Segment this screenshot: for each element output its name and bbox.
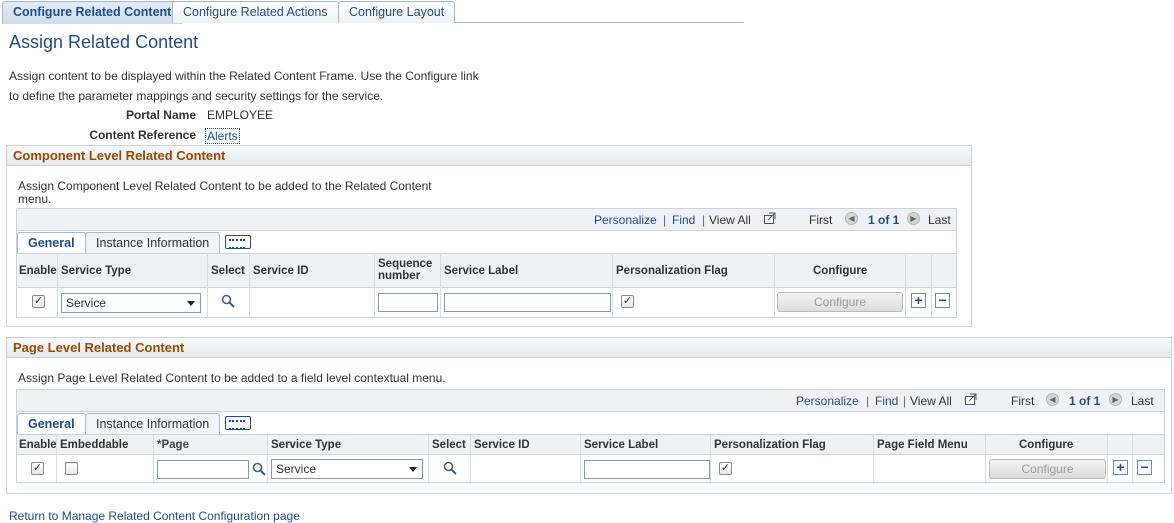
delete-row-icon[interactable]: − (935, 293, 950, 308)
col-enable: Enable (19, 265, 57, 277)
component-sequence-input[interactable] (378, 293, 438, 312)
page-last: Last (1131, 394, 1154, 408)
component-tab-general[interactable]: General (17, 232, 86, 253)
page-personalize-link[interactable]: Personalize (796, 394, 859, 408)
col-page-field-menu: Page Field Menu (877, 439, 968, 451)
page-tab-instance-information[interactable]: Instance Information (85, 413, 221, 434)
content-reference-label: Content Reference (89, 128, 196, 142)
page-view-all[interactable]: View All (910, 394, 952, 408)
component-grid-header: Enable Service Type Select Service ID Se… (17, 253, 956, 288)
page-service-label-input[interactable] (584, 460, 710, 479)
component-service-label-input[interactable] (444, 293, 611, 312)
component-view-all[interactable]: View All (709, 213, 751, 227)
add-row-icon[interactable]: + (911, 293, 926, 308)
page-embeddable-checkbox[interactable] (65, 462, 78, 475)
component-enable-checkbox[interactable]: ✓ (32, 295, 45, 308)
previous-icon[interactable]: ◀ (1046, 393, 1059, 406)
col-enable: Enable (19, 439, 57, 451)
page-section-description: Assign Page Level Related Content to be … (18, 371, 446, 385)
portal-name-value: EMPLOYEE (207, 108, 274, 122)
col-personalization-flag: Personalization Flag (714, 439, 826, 451)
component-first: First (809, 213, 833, 227)
page-find-link[interactable]: Find (875, 394, 898, 408)
col-service-label: Service Label (444, 265, 519, 277)
add-row-icon[interactable]: + (1113, 460, 1128, 475)
component-service-type-select[interactable]: Service (61, 293, 201, 313)
component-find-link[interactable]: Find (672, 213, 695, 227)
page-select-lookup-icon[interactable] (443, 461, 457, 475)
component-level-section: Component Level Related Content Assign C… (6, 145, 972, 327)
page-lookup-icon[interactable] (252, 462, 266, 476)
portal-name-label: Portal Name (125, 108, 196, 122)
component-personalization-checkbox[interactable]: ✓ (621, 295, 634, 308)
component-section-title: Component Level Related Content (7, 146, 971, 166)
col-page: *Page (157, 439, 189, 451)
component-configure-button[interactable]: Configure (777, 292, 903, 312)
download-icon[interactable] (964, 393, 978, 409)
return-link[interactable]: Return to Manage Related Content Configu… (9, 509, 300, 523)
col-select: Select (211, 265, 245, 277)
col-personalization-flag: Personalization Flag (616, 265, 728, 277)
col-service-id: Service ID (474, 439, 530, 451)
page-row-count: 1 of 1 (1069, 394, 1101, 408)
page-description: Assign content to be displayed within th… (9, 69, 479, 103)
page-first: First (1011, 394, 1035, 408)
component-last: Last (928, 213, 951, 227)
col-configure: Configure (813, 265, 868, 277)
component-select-lookup-icon[interactable] (221, 294, 235, 308)
next-icon[interactable]: ▶ (907, 212, 920, 225)
tab-configure-layout[interactable]: Configure Layout (338, 1, 456, 23)
page-configure-button[interactable]: Configure (989, 459, 1106, 479)
col-service-type: Service Type (61, 265, 132, 277)
next-icon[interactable]: ▶ (1109, 393, 1122, 406)
page-enable-checkbox[interactable]: ✓ (31, 462, 44, 475)
page-title: Assign Related Content (9, 32, 199, 52)
col-service-label: Service Label (584, 439, 659, 451)
component-grid-nav: Personalize | Find | View All First ◀ 1 … (17, 209, 956, 231)
col-embeddable: Embeddable (60, 439, 129, 451)
previous-icon[interactable]: ◀ (845, 212, 858, 225)
component-personalize-link[interactable]: Personalize (594, 213, 657, 227)
col-configure: Configure (1019, 439, 1074, 451)
page-level-section: Page Level Related Content Assign Page L… (6, 337, 1172, 494)
content-reference-link[interactable]: Alerts (205, 128, 240, 144)
download-icon[interactable] (763, 212, 777, 228)
delete-row-icon[interactable]: − (1137, 460, 1152, 475)
col-service-id: Service ID (253, 265, 309, 277)
page-grid: Personalize | Find | View All First ◀ 1 … (16, 389, 1165, 483)
col-select: Select (432, 439, 466, 451)
component-grid: Personalize | Find | View All First ◀ 1 … (16, 208, 957, 318)
component-section-description: Assign Component Level Related Content t… (18, 179, 432, 206)
page-grid-header: Enable Embeddable *Page Service Type Sel… (17, 434, 1164, 455)
page-personalization-checkbox[interactable]: ✓ (719, 462, 732, 475)
show-all-columns-icon[interactable] (225, 416, 251, 430)
component-tab-instance-information[interactable]: Instance Information (85, 232, 221, 253)
page-tab-general[interactable]: General (17, 413, 86, 434)
page-service-type-select[interactable]: Service (271, 459, 423, 479)
show-all-columns-icon[interactable] (225, 235, 251, 249)
page-section-title: Page Level Related Content (7, 338, 1171, 358)
page-input[interactable] (157, 460, 249, 479)
page-grid-nav: Personalize | Find | View All First ◀ 1 … (17, 390, 1164, 412)
tab-configure-related-actions[interactable]: Configure Related Actions (172, 1, 339, 23)
component-row-count: 1 of 1 (868, 213, 900, 227)
tab-configure-related-content[interactable]: Configure Related Content (2, 1, 183, 24)
col-service-type: Service Type (271, 439, 342, 451)
col-sequence-number: Sequence number (378, 258, 433, 282)
top-tab-bar: Configure Related Content Configure Rela… (2, 1, 744, 24)
